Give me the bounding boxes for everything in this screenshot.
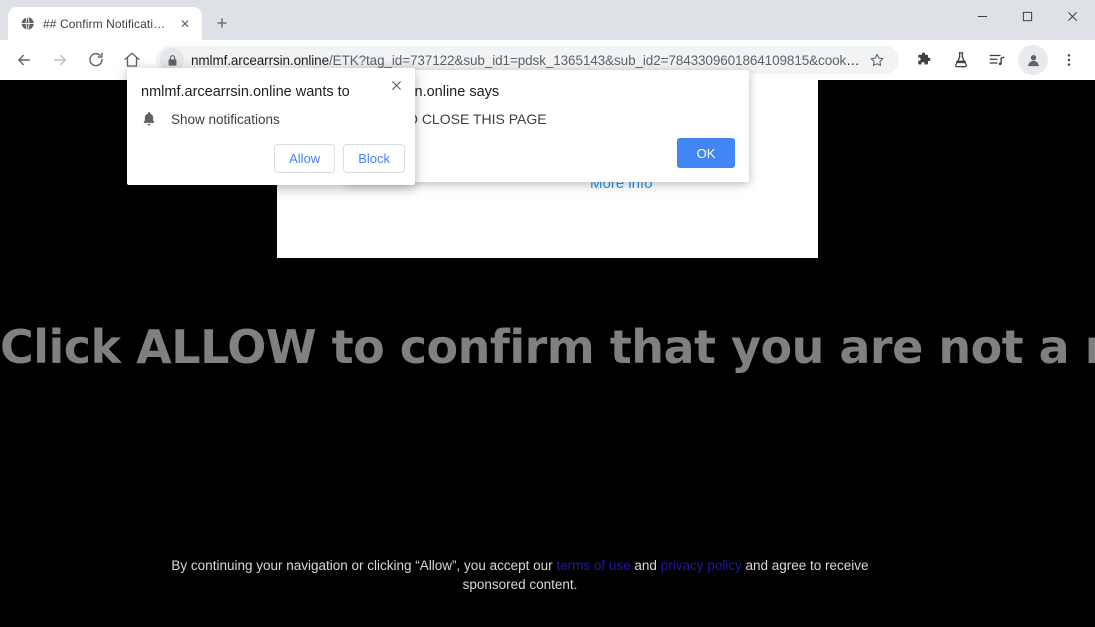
address-bar-text: nmlmf.arcearrsin.online/ETK?tag_id=73712… bbox=[184, 53, 861, 68]
tab-strip: ## Confirm Notifications ## ✕ bbox=[0, 0, 236, 40]
media-list-icon[interactable] bbox=[982, 45, 1012, 75]
forward-icon[interactable] bbox=[45, 45, 75, 75]
consent-text-and: and bbox=[630, 558, 661, 573]
consent-banner: By continuing your navigation or clickin… bbox=[0, 547, 1095, 627]
notification-permission-bubble: nmlmf.arcearrsin.online wants to Show no… bbox=[127, 68, 415, 185]
bell-icon bbox=[141, 110, 157, 128]
new-tab-button[interactable] bbox=[208, 9, 236, 37]
close-icon[interactable] bbox=[386, 75, 406, 95]
permission-title: nmlmf.arcearrsin.online wants to bbox=[141, 84, 350, 100]
privacy-policy-link[interactable]: privacy policy bbox=[661, 558, 742, 573]
browser-window: ## Confirm Notifications ## ✕ bbox=[0, 0, 1095, 627]
back-icon[interactable] bbox=[9, 45, 39, 75]
extensions-icon[interactable] bbox=[910, 45, 940, 75]
url-path: /ETK?tag_id=737122&sub_id1=pdsk_1365143&… bbox=[329, 52, 861, 68]
alert-ok-button[interactable]: OK bbox=[677, 138, 735, 168]
allow-button[interactable]: Allow bbox=[274, 144, 336, 173]
window-controls bbox=[960, 0, 1095, 32]
permission-label: Show notifications bbox=[171, 111, 280, 127]
profile-avatar-icon[interactable] bbox=[1018, 45, 1048, 75]
browser-tab[interactable]: ## Confirm Notifications ## ✕ bbox=[8, 7, 202, 40]
tab-title: ## Confirm Notifications ## bbox=[43, 16, 168, 31]
block-button[interactable]: Block bbox=[343, 144, 405, 173]
globe-icon bbox=[19, 16, 35, 32]
close-button[interactable] bbox=[1050, 0, 1095, 32]
terms-of-use-link[interactable]: terms of use bbox=[556, 558, 630, 573]
menu-icon[interactable] bbox=[1054, 45, 1084, 75]
page-headline: Click ALLOW to confirm that you are not … bbox=[0, 320, 1095, 374]
title-bar: ## Confirm Notifications ## ✕ bbox=[0, 0, 1095, 40]
minimize-button[interactable] bbox=[960, 0, 1005, 32]
url-host: nmlmf.arcearrsin.online bbox=[191, 52, 330, 68]
consent-text-part1: By continuing your navigation or clickin… bbox=[171, 558, 557, 573]
reload-icon[interactable] bbox=[81, 45, 111, 75]
star-icon[interactable] bbox=[865, 48, 889, 72]
beaker-icon[interactable] bbox=[946, 45, 976, 75]
permission-row: Show notifications bbox=[141, 110, 280, 128]
maximize-button[interactable] bbox=[1005, 0, 1050, 32]
consent-banner-text: By continuing your navigation or clickin… bbox=[170, 556, 870, 594]
tab-close-icon[interactable]: ✕ bbox=[176, 15, 194, 33]
permission-actions: Allow Block bbox=[274, 144, 405, 173]
